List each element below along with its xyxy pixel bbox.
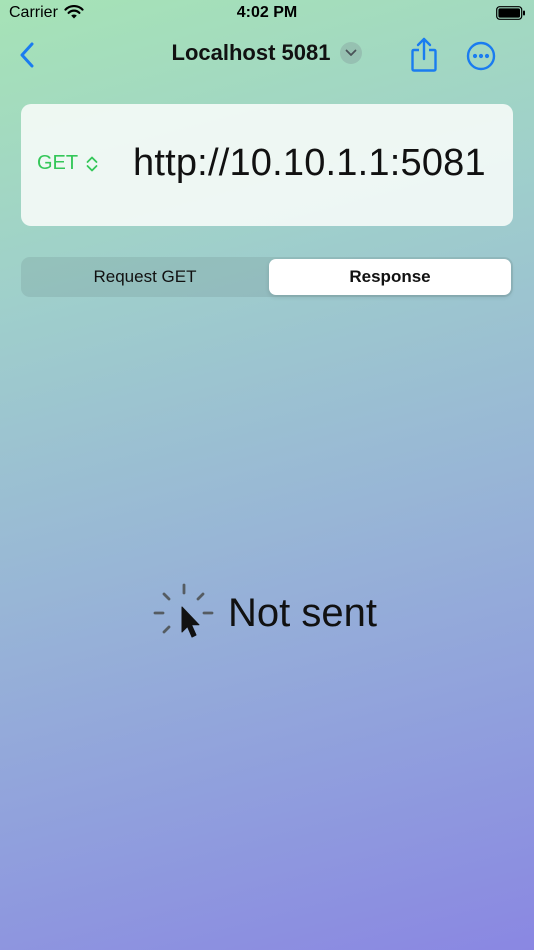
response-empty-state: Not sent	[152, 582, 377, 644]
response-status-text: Not sent	[228, 590, 377, 635]
share-icon	[411, 37, 437, 72]
tab-response[interactable]: Response	[269, 259, 511, 295]
more-options-button[interactable]	[465, 40, 497, 72]
title-menu[interactable]: Localhost 5081	[172, 40, 363, 66]
tab-request[interactable]: Request GET	[23, 259, 267, 295]
chevron-up-down-icon	[86, 156, 98, 171]
url-field[interactable]: http://10.10.1.1:5081	[133, 142, 486, 185]
http-method-selector[interactable]: GET	[37, 152, 99, 175]
cursor-click-icon	[153, 583, 214, 638]
battery-icon	[496, 6, 526, 25]
status-time: 4:02 PM	[236, 4, 298, 21]
chevron-down-icon	[340, 42, 363, 64]
status-bar: Carrier 4:02 PM	[0, 0, 534, 28]
page-title: Localhost 5081	[171, 40, 331, 65]
http-method-label: GET	[37, 152, 79, 174]
navigation-bar: Localhost 5081	[0, 30, 534, 80]
ellipsis-circle-icon	[466, 41, 496, 71]
request-response-tabs: Request GET Response	[21, 257, 513, 297]
request-url-card: GET http://10.10.1.1:5081	[21, 104, 513, 226]
share-button[interactable]	[408, 36, 440, 74]
